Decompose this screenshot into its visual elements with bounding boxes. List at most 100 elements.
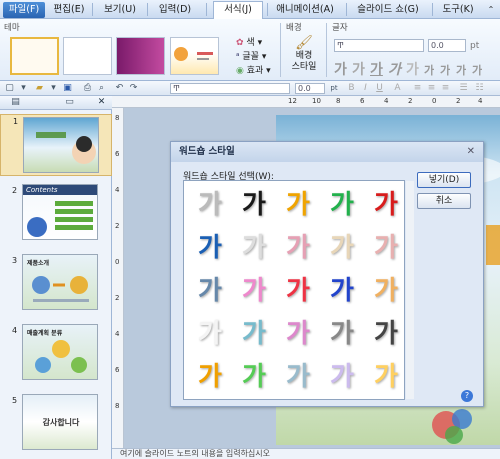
new-icon[interactable]: ▢ [4, 83, 15, 94]
menu-view[interactable]: 보기(U) [96, 2, 144, 18]
wordart-style-1-2[interactable]: 가 [234, 185, 274, 225]
bullet-list-icon[interactable]: ☰ [458, 83, 469, 94]
effect-button[interactable]: ◉ 효과 ▾ [236, 65, 271, 77]
help-icon[interactable]: ? [461, 390, 473, 402]
wordart-style-5-4[interactable]: 가 [322, 357, 362, 397]
print-icon[interactable]: ⎙ [82, 83, 93, 94]
wordart-style-1-3[interactable]: 가 [278, 185, 318, 225]
grid-scrollbar[interactable] [406, 181, 414, 399]
theme-group-label: 테마 [4, 23, 20, 33]
bold-icon[interactable]: B [346, 83, 357, 94]
align-center-icon[interactable]: ≡ [426, 83, 437, 94]
text-style-preview-8[interactable]: 가 [456, 62, 466, 78]
close-pane-icon[interactable]: ✕ [96, 97, 107, 108]
font-button[interactable]: ᵃ 글꼴 ▾ [236, 51, 266, 63]
wordart-style-5-3[interactable]: 가 [278, 357, 318, 397]
font-color-icon[interactable]: A [392, 83, 403, 94]
text-style-preview-7[interactable]: 가 [440, 62, 450, 78]
undo-icon[interactable]: ↶ [114, 83, 125, 94]
dropdown-arrow-icon[interactable]: ▾ [18, 83, 29, 94]
ribbon-collapse-icon[interactable]: ⌃ [484, 2, 498, 18]
wordart-style-4-5[interactable]: 가 [366, 314, 404, 354]
wordart-style-3-5[interactable]: 가 [366, 271, 404, 311]
wordart-style-1-5[interactable]: 가 [366, 185, 404, 225]
wordart-style-4-4[interactable]: 가 [322, 314, 362, 354]
wordart-style-1-1[interactable]: 가 [190, 185, 230, 225]
text-style-preview-9[interactable]: 가 [472, 62, 482, 78]
ribbon-font-select[interactable]: Ͳ [334, 39, 424, 52]
wordart-style-2-4[interactable]: 가 [322, 228, 362, 268]
ruler-tick: 6 [115, 150, 120, 158]
slide-item-2[interactable]: 2 Contents [0, 184, 112, 244]
slide-item-1[interactable]: 1 [0, 114, 112, 176]
ruler-tick: 4 [478, 97, 483, 105]
slide-number: 2 [12, 186, 18, 195]
notes-bar[interactable]: 여기에 슬라이드 노트의 내용을 입력하십시오 [112, 448, 500, 459]
redo-icon[interactable]: ↷ [128, 83, 139, 94]
align-left-icon[interactable]: ≡ [412, 83, 423, 94]
wordart-style-3-4[interactable]: 가 [322, 271, 362, 311]
wordart-style-4-1[interactable]: 가 [190, 314, 230, 354]
horizontal-ruler: 12 10 8 6 4 2 0 2 4 [112, 96, 500, 108]
wordart-style-3-3[interactable]: 가 [278, 271, 318, 311]
tab-slides-icon[interactable]: ▤ [10, 97, 21, 108]
text-group-label: 글자 [332, 23, 348, 33]
text-style-preview-4[interactable]: 가 [388, 59, 401, 79]
menu-format[interactable]: 서식(J) [213, 1, 263, 19]
wordart-style-4-2[interactable]: 가 [234, 314, 274, 354]
wordart-style-5-1[interactable]: 가 [190, 357, 230, 397]
dialog-title: 워드숍 스타일 [171, 142, 483, 162]
print-preview-icon[interactable]: ⌕ [96, 83, 107, 94]
slide-number: 5 [12, 396, 18, 405]
ribbon-size-input[interactable]: 0.0 [428, 39, 466, 52]
menu-bar: 파일(F) 편집(E) 보기(U) 입력(D) 서식(J) 애니메이션(A) 슬… [0, 0, 500, 19]
menu-edit[interactable]: 편집(E) [48, 2, 90, 18]
wordart-style-2-3[interactable]: 가 [278, 228, 318, 268]
slide-item-4[interactable]: 4 매출계획 분류 [0, 324, 112, 384]
wordart-style-5-5[interactable]: 가 [366, 357, 404, 397]
text-style-preview-5[interactable]: 가 [406, 59, 419, 79]
tab-outline-icon[interactable]: ▭ [64, 97, 75, 108]
open-folder-icon[interactable]: ▰ [34, 83, 45, 94]
dropdown-arrow-icon[interactable]: ▾ [48, 83, 59, 94]
wordart-style-2-1[interactable]: 가 [190, 228, 230, 268]
font-family-select[interactable]: Ͳ [170, 83, 290, 94]
text-style-preview-3[interactable]: 가 [370, 59, 383, 79]
menu-insert[interactable]: 입력(D) [150, 2, 200, 18]
insert-button[interactable]: 넣기(D) [417, 172, 471, 188]
menu-file[interactable]: 파일(F) [3, 2, 45, 18]
align-right-icon[interactable]: ≡ [440, 83, 451, 94]
save-icon[interactable]: ▣ [62, 83, 73, 94]
theme-thumb-default[interactable] [10, 37, 59, 75]
background-style-button[interactable]: 🖌 배경 스타일 [290, 35, 318, 77]
dialog-close-icon[interactable]: ✕ [467, 146, 475, 157]
wordart-style-3-1[interactable]: 가 [190, 271, 230, 311]
wordart-style-1-4[interactable]: 가 [322, 185, 362, 225]
menu-tools[interactable]: 도구(K) [436, 2, 480, 18]
text-style-preview-6[interactable]: 가 [424, 62, 434, 78]
theme-thumb-purple[interactable] [116, 37, 165, 75]
slide-item-3[interactable]: 3 제품소개 [0, 254, 112, 314]
numbered-list-icon[interactable]: ☷ [474, 83, 485, 94]
underline-icon[interactable]: U [374, 83, 385, 94]
theme-thumb-cartoon[interactable] [170, 37, 219, 75]
wordart-style-5-2[interactable]: 가 [234, 357, 274, 397]
wordart-style-2-2[interactable]: 가 [234, 228, 274, 268]
text-style-preview-2[interactable]: 가 [352, 59, 365, 79]
menu-separator [267, 3, 268, 16]
italic-icon[interactable]: I [360, 83, 371, 94]
slides-pane: ▤ ▭ ✕ 1 2 Contents 3 제품소개 4 매출계획 분류 5 감사 [0, 96, 112, 459]
wordart-style-2-5[interactable]: 가 [366, 228, 404, 268]
wordart-style-4-3[interactable]: 가 [278, 314, 318, 354]
text-style-preview-1[interactable]: 가 [334, 59, 347, 79]
slide-item-5[interactable]: 5 감사합니다 [0, 394, 112, 454]
background-style-label: 배경 [295, 51, 313, 61]
menu-slideshow[interactable]: 슬라이드 쇼(G) [350, 2, 426, 18]
theme-thumb-blank[interactable] [63, 37, 112, 75]
font-size-input[interactable]: 0.0 [295, 83, 325, 94]
menu-animation[interactable]: 애니메이션(A) [270, 2, 340, 18]
wordart-style-grid[interactable]: 가가가가가가가가가가가가가가가가가가가가가가가가가 [183, 180, 405, 400]
cancel-button[interactable]: 취소 [417, 193, 471, 209]
wordart-style-3-2[interactable]: 가 [234, 271, 274, 311]
color-button[interactable]: ✿ 색 ▾ [236, 37, 262, 49]
